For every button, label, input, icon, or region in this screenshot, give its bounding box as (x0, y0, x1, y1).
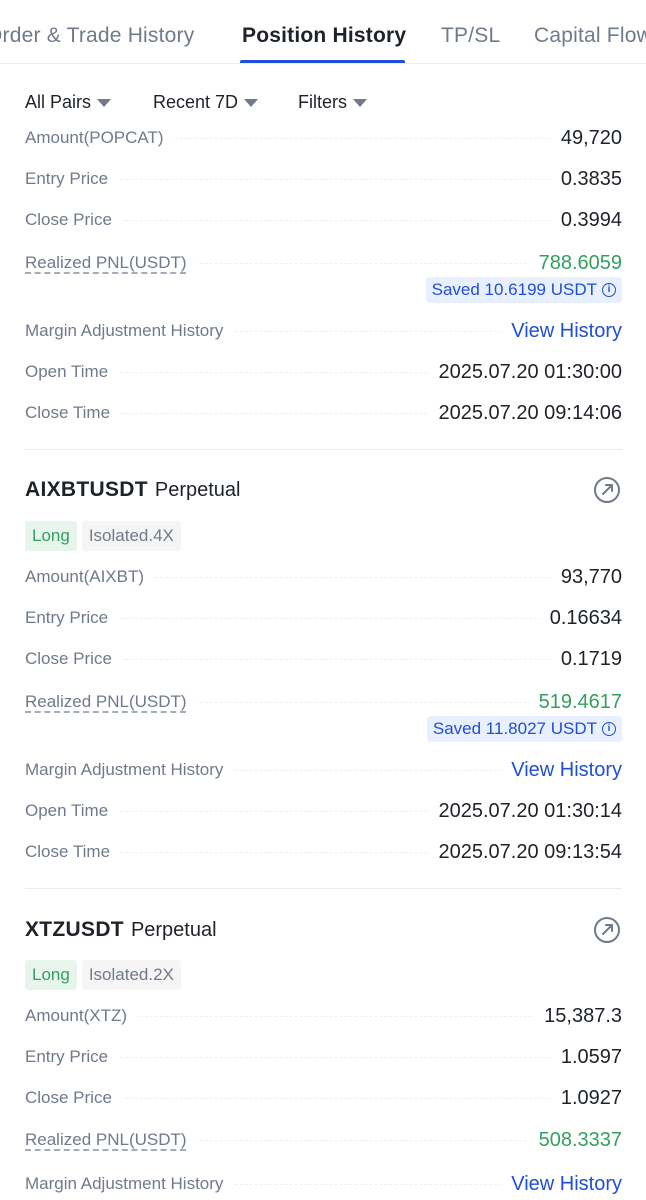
close-time-value: 2025.07.20 09:13:54 (428, 840, 622, 864)
entry-price-value: 0.3835 (550, 167, 622, 191)
info-icon[interactable]: i (602, 722, 616, 736)
close-price-label: Close Price (25, 649, 122, 669)
close-time-value: 2025.07.20 09:14:06 (428, 401, 622, 425)
position-tags: Long Isolated.2X (25, 960, 186, 990)
close-time-row: Close Time 2025.07.20 09:13:54 (25, 837, 622, 867)
open-time-value: 2025.07.20 01:30:14 (428, 799, 622, 823)
open-time-label: Open Time (25, 362, 119, 382)
entry-price-label: Entry Price (25, 1047, 119, 1067)
close-price-value: 1.0927 (550, 1086, 622, 1110)
position-list: Amount(POPCAT) 49,720 Entry Price 0.3835… (0, 126, 646, 1200)
tab-order-trade-history[interactable]: Order & Trade History (0, 24, 194, 48)
saved-fee-badge[interactable]: Saved 10.6199 USDT i (425, 277, 622, 303)
amount-value: 49,720 (550, 126, 622, 150)
card-divider (25, 888, 622, 889)
amount-row: Amount(AIXBT) 93,770 (25, 562, 622, 592)
amount-row: Amount(POPCAT) 49,720 (25, 126, 622, 153)
amount-value: 93,770 (550, 565, 622, 589)
margin-history-row: Margin Adjustment History View History (25, 316, 622, 346)
position-symbol: XTZUSDT (25, 918, 124, 941)
share-icon[interactable] (592, 915, 622, 945)
side-badge: Long (25, 521, 77, 551)
caret-down-icon (353, 98, 367, 107)
margin-mode-badge: Isolated.4X (81, 521, 181, 551)
entry-price-row: Entry Price 1.0597 (25, 1042, 622, 1072)
open-time-row: Open Time 2025.07.20 01:30:14 (25, 796, 622, 826)
close-price-label: Close Price (25, 1088, 122, 1108)
realized-pnl-label[interactable]: Realized PNL(USDT) (25, 692, 197, 712)
info-icon[interactable]: i (602, 283, 616, 297)
amount-label: Amount(POPCAT) (25, 128, 174, 148)
position-symbol: AIXBTUSDT (25, 478, 148, 501)
view-history-link[interactable]: View History (501, 758, 622, 782)
close-time-label: Close Time (25, 403, 121, 423)
margin-mode-badge: Isolated.2X (81, 960, 181, 990)
history-tabs: Order & Trade History Position History T… (0, 0, 646, 64)
close-time-row: Close Time 2025.07.20 09:14:06 (25, 398, 622, 428)
share-icon[interactable] (592, 475, 622, 505)
tab-tpsl[interactable]: TP/SL (441, 24, 500, 48)
time-range-dropdown[interactable]: Recent 7D (153, 92, 259, 113)
realized-pnl-label[interactable]: Realized PNL(USDT) (25, 253, 197, 273)
realized-pnl-label[interactable]: Realized PNL(USDT) (25, 1130, 197, 1150)
side-badge: Long (25, 960, 77, 990)
margin-history-label: Margin Adjustment History (25, 321, 234, 341)
view-history-link[interactable]: View History (501, 319, 622, 343)
close-price-value: 0.1719 (550, 647, 622, 671)
position-header: AIXBTUSDT Perpetual (25, 473, 622, 507)
entry-price-row: Entry Price 0.16634 (25, 603, 622, 633)
saved-fee-badge[interactable]: Saved 11.8027 USDT i (426, 716, 622, 742)
realized-pnl-value: 519.4617 (528, 690, 622, 714)
margin-history-label: Margin Adjustment History (25, 1174, 234, 1194)
realized-pnl-value: 508.3337 (528, 1128, 622, 1152)
close-price-label: Close Price (25, 210, 122, 230)
close-price-row: Close Price 0.3994 (25, 205, 622, 235)
caret-down-icon (97, 98, 112, 107)
contract-type: Perpetual (154, 478, 241, 501)
amount-label: Amount(XTZ) (25, 1006, 138, 1026)
saved-fee-text: Saved 11.8027 USDT (432, 719, 597, 738)
view-history-link[interactable]: View History (501, 1172, 622, 1196)
entry-price-label: Entry Price (25, 169, 119, 189)
open-time-row: Open Time 2025.07.20 01:30:00 (25, 357, 622, 387)
caret-down-icon (244, 98, 259, 107)
position-header: XTZUSDT Perpetual (25, 913, 622, 947)
position-tags: Long Isolated.4X (25, 521, 186, 551)
open-time-value: 2025.07.20 01:30:00 (428, 360, 622, 384)
realized-pnl-row: Realized PNL(USDT) 788.6059 (25, 248, 622, 278)
pairs-dropdown[interactable]: All Pairs (25, 92, 112, 113)
card-divider (25, 449, 622, 450)
realized-pnl-row: Realized PNL(USDT) 508.3337 (25, 1125, 622, 1155)
amount-row: Amount(XTZ) 15,387.3 (25, 1001, 622, 1031)
contract-type: Perpetual (130, 918, 217, 941)
entry-price-value: 1.0597 (550, 1045, 622, 1069)
margin-history-row: Margin Adjustment History View History (25, 755, 622, 785)
realized-pnl-row: Realized PNL(USDT) 519.4617 (25, 687, 622, 717)
realized-pnl-value: 788.6059 (528, 251, 622, 275)
close-price-value: 0.3994 (550, 208, 622, 232)
open-time-label: Open Time (25, 801, 119, 821)
entry-price-row: Entry Price 0.3835 (25, 164, 622, 194)
pairs-dropdown-label: All Pairs (25, 92, 92, 112)
close-price-row: Close Price 0.1719 (25, 644, 622, 674)
margin-history-label: Margin Adjustment History (25, 760, 234, 780)
tab-capital-flow[interactable]: Capital Flow (534, 24, 646, 48)
entry-price-value: 0.16634 (539, 606, 622, 630)
saved-fee-text: Saved 10.6199 USDT (431, 280, 597, 299)
amount-label: Amount(AIXBT) (25, 567, 155, 587)
close-time-label: Close Time (25, 842, 121, 862)
time-range-label: Recent 7D (153, 92, 239, 112)
entry-price-label: Entry Price (25, 608, 119, 628)
filters-dropdown[interactable]: Filters (298, 92, 367, 113)
filters-label: Filters (298, 92, 347, 112)
close-price-row: Close Price 1.0927 (25, 1083, 622, 1113)
margin-history-row: Margin Adjustment History View History (25, 1169, 622, 1199)
tab-position-history[interactable]: Position History (242, 24, 406, 48)
amount-value: 15,387.3 (534, 1004, 622, 1028)
